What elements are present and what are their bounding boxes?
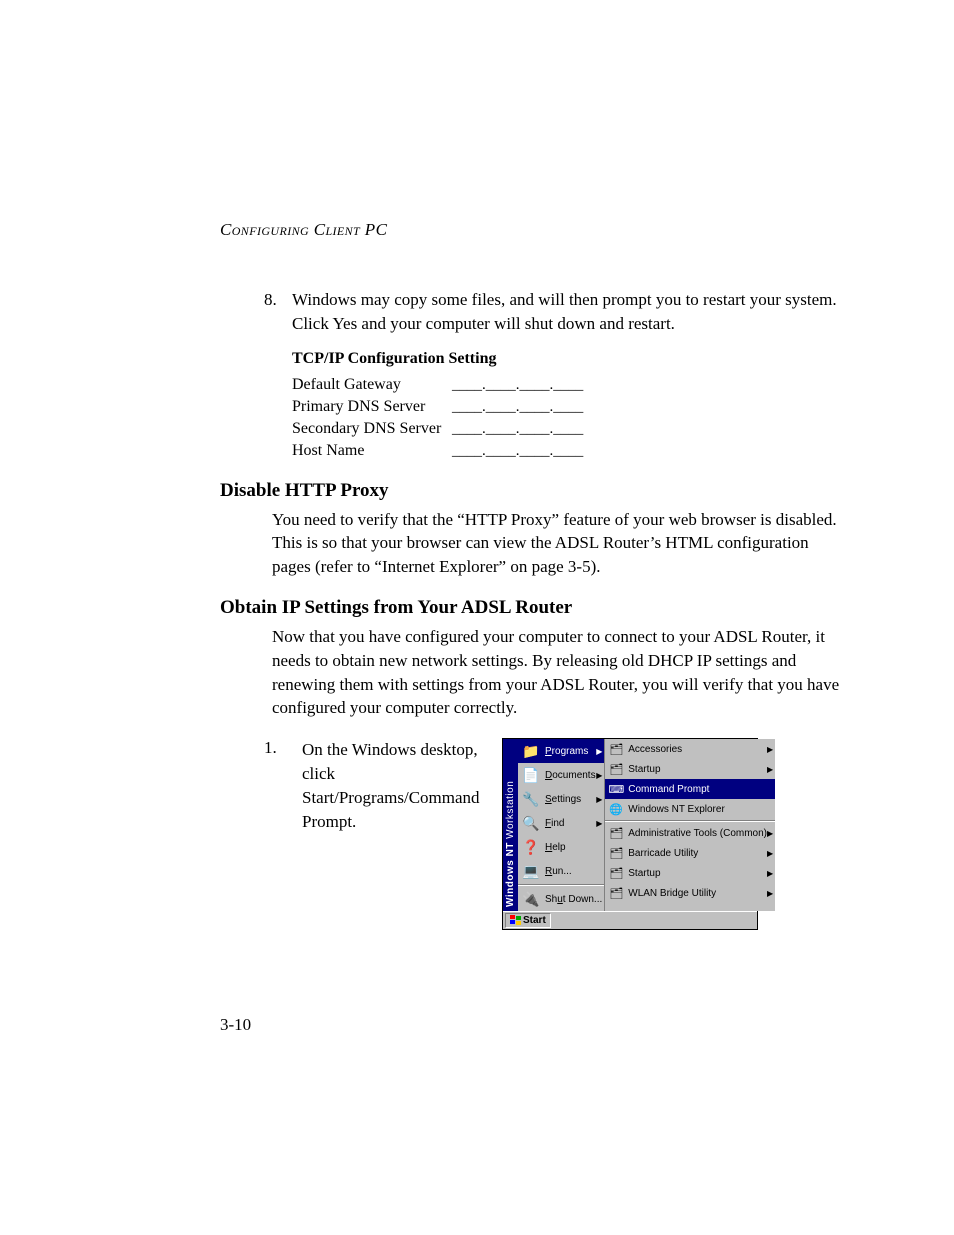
menu-item-icon: 📄 bbox=[521, 765, 541, 785]
submenu-arrow-icon: ▶ bbox=[767, 765, 773, 774]
menu-item-label: Startup bbox=[628, 868, 767, 879]
menu-item[interactable]: 🌐 Windows NT Explorer bbox=[605, 799, 775, 819]
menu-item-icon: 🔧 bbox=[521, 789, 541, 809]
menu-item-label: Run... bbox=[545, 866, 602, 877]
step-8-number: 8. bbox=[264, 288, 292, 336]
menu-item-icon: ⌨ bbox=[608, 781, 624, 797]
menu-item-label: WLAN Bridge Utility bbox=[628, 888, 767, 899]
section-heading-obtain: Obtain IP Settings from Your ADSL Router bbox=[220, 597, 844, 619]
step-8: 8. Windows may copy some files, and will… bbox=[264, 288, 844, 336]
setting-value: ____.____.____.____ bbox=[452, 399, 583, 416]
page-number: 3-10 bbox=[220, 1015, 251, 1035]
table-row: Primary DNS Server ____.____.____.____ bbox=[292, 394, 844, 416]
start-button-label: Start bbox=[523, 915, 546, 926]
setting-label: Primary DNS Server bbox=[292, 398, 452, 416]
menu-item[interactable]: 🔌 Shut Down... bbox=[518, 887, 604, 911]
menu-item[interactable]: 🗂 WLAN Bridge Utility▶ bbox=[605, 883, 775, 903]
menu-item[interactable]: 🗂 Administrative Tools (Common)▶ bbox=[605, 823, 775, 843]
menu-item-icon: ❓ bbox=[521, 837, 541, 857]
menu-item[interactable]: 🔧 Settings▶ bbox=[518, 787, 604, 811]
menu-item-label: Help bbox=[545, 842, 602, 853]
windows-logo-icon bbox=[510, 915, 521, 926]
start-menu-programs-submenu: 🗂Accessories▶🗂Startup▶⌨Command Prompt🌐Wi… bbox=[605, 739, 775, 911]
taskbar: Start bbox=[503, 911, 757, 929]
setting-value: ____.____.____.____ bbox=[452, 377, 583, 394]
start-menu-screenshot: Windows NT Workstation 📁Programs▶📄Docume… bbox=[502, 738, 758, 930]
submenu-arrow-icon: ▶ bbox=[596, 771, 602, 780]
submenu-arrow-icon: ▶ bbox=[767, 869, 773, 878]
section-heading-proxy: Disable HTTP Proxy bbox=[220, 480, 844, 502]
menu-item[interactable]: ❓ Help bbox=[518, 835, 604, 859]
menu-item-label: Find bbox=[545, 818, 596, 829]
section-body-obtain: Now that you have configured your comput… bbox=[272, 625, 844, 720]
submenu-arrow-icon: ▶ bbox=[767, 745, 773, 754]
step-8-text: Windows may copy some files, and will th… bbox=[292, 288, 844, 336]
menu-item-icon: 💻 bbox=[521, 861, 541, 881]
submenu-arrow-icon: ▶ bbox=[596, 795, 602, 804]
setting-value: ____.____.____.____ bbox=[452, 421, 583, 438]
menu-item[interactable]: 📄 Documents▶ bbox=[518, 763, 604, 787]
setting-label: Host Name bbox=[292, 442, 452, 460]
submenu-arrow-icon: ▶ bbox=[767, 829, 773, 838]
step-1-number: 1. bbox=[264, 738, 292, 758]
menu-item[interactable]: 💻 Run... bbox=[518, 859, 604, 883]
menu-item-label: Command Prompt bbox=[628, 784, 773, 795]
menu-item[interactable]: 🗂 Startup▶ bbox=[605, 863, 775, 883]
menu-item-icon: 🗂 bbox=[608, 845, 624, 861]
menu-item-icon: 🗂 bbox=[608, 741, 624, 757]
menu-item[interactable]: 📁 Programs▶ bbox=[518, 739, 604, 763]
table-row: Host Name ____.____.____.____ bbox=[292, 438, 844, 460]
submenu-arrow-icon: ▶ bbox=[596, 747, 602, 756]
menu-item-icon: 🔍 bbox=[521, 813, 541, 833]
submenu-arrow-icon: ▶ bbox=[767, 889, 773, 898]
menu-item-icon: 🗂 bbox=[608, 865, 624, 881]
menu-separator bbox=[605, 820, 775, 822]
table-row: Secondary DNS Server ____.____.____.____ bbox=[292, 416, 844, 438]
menu-item-label: Documents bbox=[545, 770, 596, 781]
step-1-text: On the Windows desktop, click Start/Prog… bbox=[302, 738, 492, 833]
menu-item-label: Shut Down... bbox=[545, 894, 602, 905]
running-header: Configuring Client PC bbox=[220, 220, 844, 240]
menu-item[interactable]: 🗂 Accessories▶ bbox=[605, 739, 775, 759]
start-menu-banner: Windows NT Workstation bbox=[503, 739, 518, 911]
menu-item-label: Programs bbox=[545, 746, 596, 757]
menu-item[interactable]: 🗂 Barricade Utility▶ bbox=[605, 843, 775, 863]
menu-item-label: Windows NT Explorer bbox=[628, 804, 773, 815]
menu-item-label: Startup bbox=[628, 764, 767, 775]
page: Configuring Client PC 8. Windows may cop… bbox=[0, 0, 954, 930]
menu-item-label: Settings bbox=[545, 794, 596, 805]
tcpip-settings-header: TCP/IP Configuration Setting bbox=[292, 350, 844, 368]
menu-separator bbox=[518, 884, 604, 886]
menu-item-icon: 🌐 bbox=[608, 801, 624, 817]
submenu-arrow-icon: ▶ bbox=[596, 819, 602, 828]
setting-label: Default Gateway bbox=[292, 376, 452, 394]
start-button[interactable]: Start bbox=[505, 913, 551, 928]
menu-item[interactable]: 🔍 Find▶ bbox=[518, 811, 604, 835]
menu-item[interactable]: ⌨ Command Prompt bbox=[605, 779, 775, 799]
menu-item-label: Administrative Tools (Common) bbox=[628, 828, 767, 839]
menu-item-label: Accessories bbox=[628, 744, 767, 755]
setting-label: Secondary DNS Server bbox=[292, 420, 452, 438]
submenu-arrow-icon: ▶ bbox=[767, 849, 773, 858]
setting-value: ____.____.____.____ bbox=[452, 443, 583, 460]
tcpip-settings-table: TCP/IP Configuration Setting Default Gat… bbox=[292, 350, 844, 460]
menu-item-icon: 🗂 bbox=[608, 825, 624, 841]
start-menu-main-column: 📁Programs▶📄Documents▶🔧Settings▶🔍Find▶❓He… bbox=[518, 739, 605, 911]
menu-item-icon: 🗂 bbox=[608, 885, 624, 901]
menu-item-label: Barricade Utility bbox=[628, 848, 767, 859]
step-1: 1. On the Windows desktop, click Start/P… bbox=[264, 738, 844, 930]
menu-item-icon: 🗂 bbox=[608, 761, 624, 777]
section-body-proxy: You need to verify that the “HTTP Proxy”… bbox=[272, 508, 844, 579]
menu-item-icon: 🔌 bbox=[521, 889, 541, 909]
menu-item[interactable]: 🗂 Startup▶ bbox=[605, 759, 775, 779]
table-row: Default Gateway ____.____.____.____ bbox=[292, 372, 844, 394]
menu-item-icon: 📁 bbox=[521, 741, 541, 761]
